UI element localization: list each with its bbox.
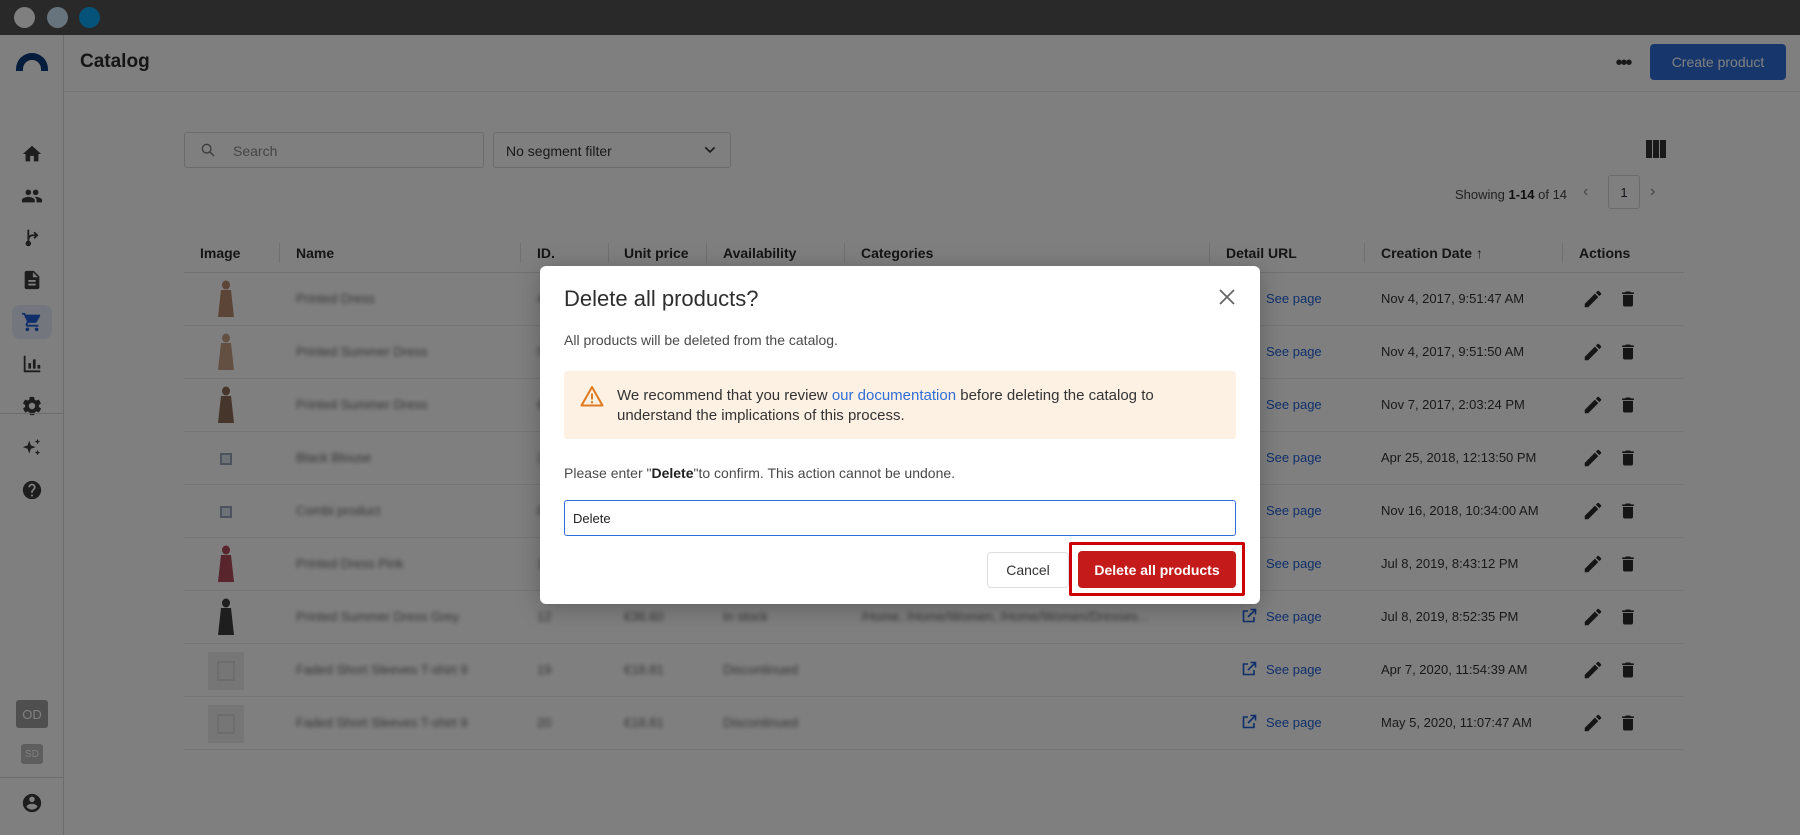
warning-text-start: We recommend that you review xyxy=(617,387,832,404)
dialog-title: Delete all products? xyxy=(564,286,759,311)
warning-text: We recommend that you review our documen… xyxy=(617,386,1197,426)
documentation-link[interactable]: our documentation xyxy=(832,387,956,404)
highlight-box xyxy=(1069,542,1245,596)
close-icon[interactable] xyxy=(1218,288,1236,306)
confirm-delete-input[interactable] xyxy=(564,500,1236,536)
warning-icon xyxy=(580,386,604,407)
cancel-button[interactable]: Cancel xyxy=(987,552,1069,588)
confirm-text-start: Please enter " xyxy=(564,465,652,481)
dialog-description: All products will be deleted from the ca… xyxy=(564,332,838,348)
warning-banner: We recommend that you review our documen… xyxy=(564,371,1236,439)
confirm-keyword: Delete xyxy=(651,465,694,481)
confirm-text-end: "to confirm. This action cannot be undon… xyxy=(693,465,956,481)
confirm-instructions: Please enter "Delete"to confirm. This ac… xyxy=(564,465,955,481)
